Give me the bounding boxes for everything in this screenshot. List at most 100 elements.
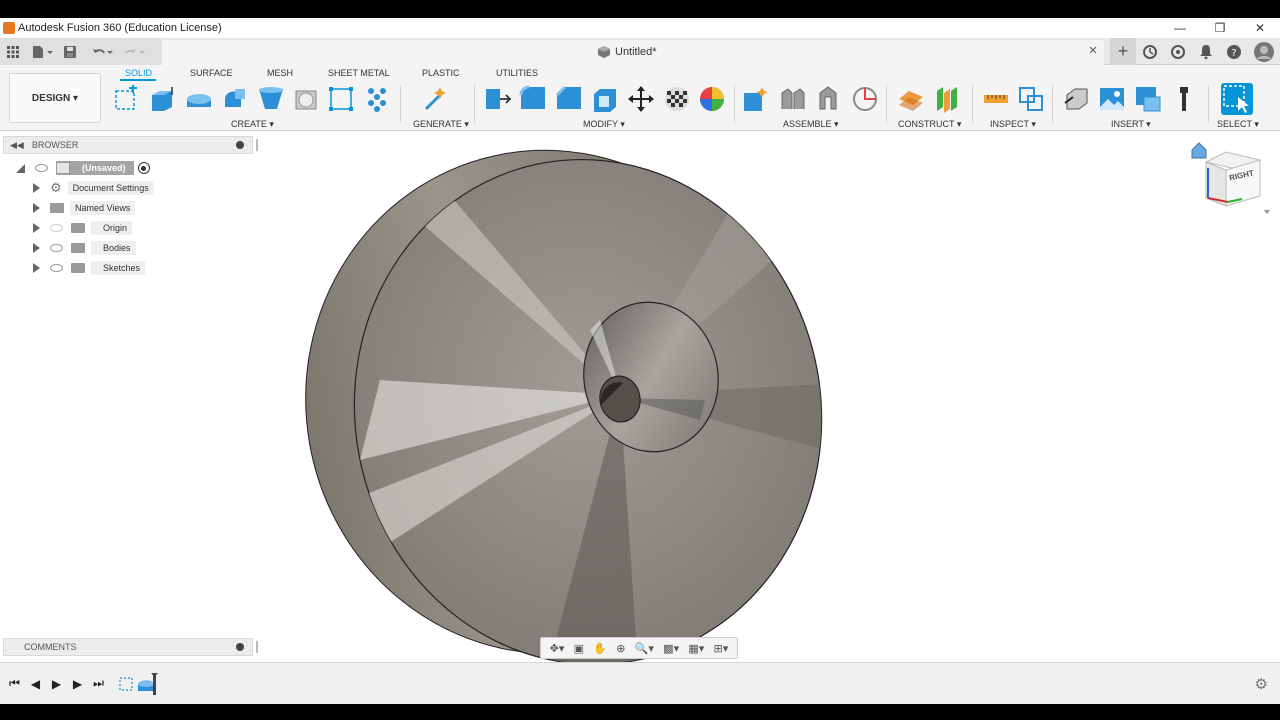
box-icon[interactable] [293, 85, 321, 113]
visibility-eye-icon[interactable] [50, 264, 63, 272]
create-group-label[interactable]: CREATE ▾ [231, 119, 274, 130]
rectangle-pattern-icon[interactable] [327, 85, 355, 113]
press-pull-icon[interactable] [484, 85, 512, 113]
create-sketch-icon[interactable] [113, 85, 141, 113]
insert-decal-icon[interactable] [1134, 85, 1162, 113]
notifications-bell-icon[interactable] [1192, 44, 1220, 59]
look-at-icon[interactable]: ▣ [574, 642, 584, 655]
tree-item-label[interactable]: Bodies [91, 241, 136, 255]
loft-icon[interactable] [257, 85, 285, 113]
save-icon[interactable] [60, 45, 80, 58]
fillet-icon[interactable] [519, 85, 547, 113]
tree-item-label[interactable]: Sketches [91, 261, 146, 275]
new-tab-button[interactable]: + [1110, 38, 1136, 65]
shell-icon[interactable] [591, 85, 619, 113]
expand-triangle-icon[interactable] [33, 263, 40, 273]
assemble-group-label[interactable]: ASSEMBLE ▾ [783, 119, 839, 130]
chamfer-icon[interactable] [555, 85, 583, 113]
tab-plastic[interactable]: PLASTIC [422, 68, 460, 78]
browser-item-document-settings[interactable]: ⚙ Document Settings [33, 180, 154, 196]
modify-group-label[interactable]: MODIFY ▾ [583, 119, 625, 130]
close-document-tab-button[interactable]: ✕ [1086, 44, 1100, 57]
grid-settings-icon[interactable]: ▦▾ [688, 642, 704, 655]
redo-icon[interactable] [120, 46, 150, 58]
insert-derive-icon[interactable] [1063, 85, 1091, 113]
visibility-eye-icon[interactable] [50, 224, 63, 232]
browser-pin-icon[interactable] [236, 141, 244, 149]
job-status-icon[interactable] [1164, 44, 1192, 59]
step-forward-icon[interactable]: ▶ [71, 677, 84, 691]
timeline-sketch-feature-icon[interactable] [119, 676, 133, 691]
model-render[interactable] [0, 131, 1280, 662]
tab-surface[interactable]: SURFACE [190, 68, 233, 78]
insert-canvas-icon[interactable] [1098, 85, 1126, 113]
motion-study-icon[interactable] [851, 85, 879, 113]
comments-resize-handle[interactable] [256, 641, 258, 653]
circular-pattern-icon[interactable] [363, 85, 391, 113]
tab-mesh[interactable]: MESH [267, 68, 293, 78]
construct-group-label[interactable]: CONSTRUCT ▾ [898, 119, 961, 130]
restore-button[interactable]: ❐ [1200, 18, 1240, 38]
offset-plane-icon[interactable] [897, 85, 925, 113]
select-group-label[interactable]: SELECT ▾ [1217, 119, 1259, 130]
tree-item-label[interactable]: Document Settings [67, 181, 154, 195]
comments-add-icon[interactable] [236, 643, 244, 651]
browser-item-named-views[interactable]: Named Views [33, 200, 136, 216]
step-back-icon[interactable]: ◀ [29, 677, 42, 691]
activate-radio-icon[interactable] [137, 162, 150, 174]
insert-group-label[interactable]: INSERT ▾ [1111, 119, 1151, 130]
home-view-icon[interactable] [1191, 142, 1207, 159]
file-menu-icon[interactable] [26, 45, 60, 58]
tree-item-label[interactable]: Origin [91, 221, 133, 235]
extensions-icon[interactable] [1136, 44, 1164, 59]
go-to-start-icon[interactable]: ⏮ [8, 676, 21, 691]
tab-sheet-metal[interactable]: SHEET METAL [328, 68, 390, 78]
expand-triangle-icon[interactable] [33, 243, 40, 253]
generate-group-label[interactable]: GENERATE ▾ [413, 119, 469, 130]
inspect-group-label[interactable]: INSPECT ▾ [990, 119, 1036, 130]
viewcube[interactable]: RIGHT [1190, 140, 1274, 220]
display-settings-icon[interactable]: ▩▾ [663, 642, 679, 655]
new-component-icon[interactable] [742, 85, 770, 113]
expand-triangle-icon[interactable] [33, 223, 40, 233]
zoom-icon[interactable]: ⊕ [616, 642, 625, 655]
browser-item-bodies[interactable]: Bodies [33, 240, 136, 256]
appearance-icon[interactable] [663, 85, 691, 113]
as-built-joint-icon[interactable] [814, 85, 842, 113]
user-avatar[interactable] [1248, 41, 1280, 62]
canvas-viewport[interactable] [0, 131, 1280, 662]
workspace-switcher[interactable]: DESIGN ▾ [9, 73, 101, 123]
browser-root-node[interactable]: (Unsaved) [16, 160, 150, 176]
extrude-icon[interactable] [149, 85, 177, 113]
minimize-button[interactable]: — [1160, 18, 1200, 38]
expanded-triangle-icon[interactable] [16, 163, 25, 173]
interference-icon[interactable] [1017, 85, 1045, 113]
timeline-settings-gear-icon[interactable]: ⚙ [1255, 675, 1268, 693]
expand-triangle-icon[interactable] [33, 183, 40, 193]
help-icon[interactable]: ? [1220, 44, 1248, 59]
select-tool-icon[interactable] [1221, 83, 1253, 115]
apps-grid-icon[interactable] [0, 45, 26, 58]
timeline-revolve-feature-icon[interactable] [137, 672, 159, 695]
viewcube-menu-chevron-icon[interactable] [1264, 210, 1270, 214]
tab-solid[interactable]: SOLID [125, 68, 152, 78]
orbit-icon[interactable]: ✥▾ [550, 642, 565, 655]
generative-design-icon[interactable] [422, 85, 450, 113]
physical-material-icon[interactable] [698, 85, 726, 113]
insert-mcmaster-icon[interactable] [1170, 85, 1198, 113]
browser-panel-header[interactable]: ◀◀ BROWSER [3, 136, 258, 154]
measure-icon[interactable] [982, 85, 1010, 113]
play-icon[interactable]: ▶ [50, 677, 63, 691]
sweep-icon[interactable] [221, 85, 249, 113]
move-copy-icon[interactable] [627, 85, 655, 113]
browser-item-origin[interactable]: Origin [33, 220, 133, 236]
browser-item-sketches[interactable]: Sketches [33, 260, 146, 276]
pan-hand-icon[interactable]: ✋ [593, 642, 607, 655]
fit-zoom-icon[interactable]: 🔍▾ [635, 642, 654, 655]
tree-item-label[interactable]: Named Views [70, 201, 136, 215]
visibility-eye-icon[interactable] [35, 164, 48, 172]
joint-icon[interactable] [779, 85, 807, 113]
revolve-icon[interactable] [185, 85, 213, 113]
comments-panel-header[interactable]: COMMENTS [3, 638, 258, 656]
undo-icon[interactable] [86, 46, 120, 58]
